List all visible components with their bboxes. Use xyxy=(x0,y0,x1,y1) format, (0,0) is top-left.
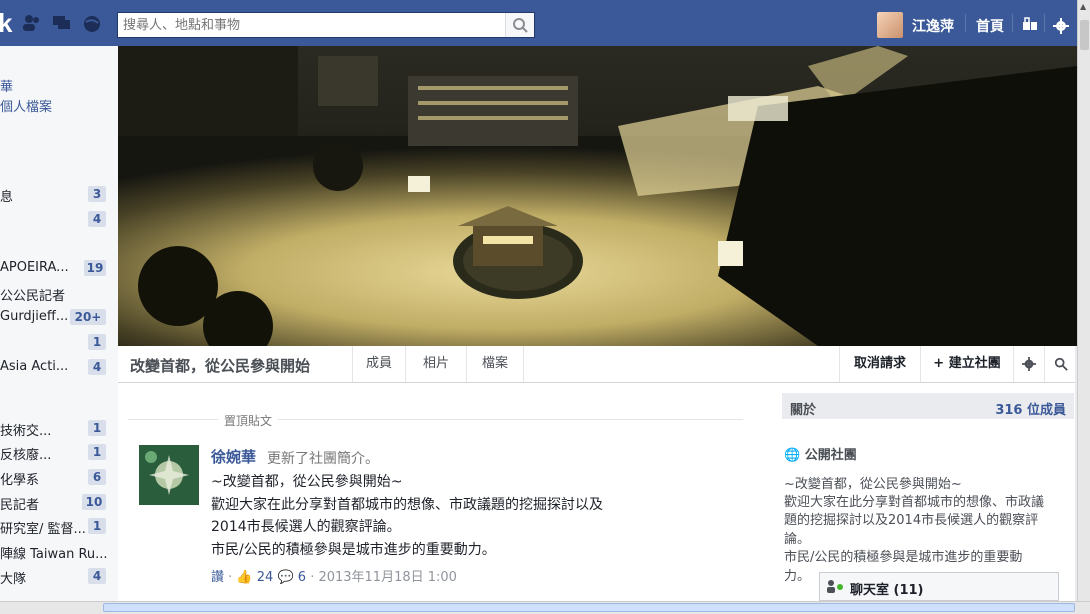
group-search-button[interactable] xyxy=(1044,346,1076,382)
chat-sidebar-button[interactable]: 聊天室 (11) xyxy=(819,572,1059,601)
group-settings-button[interactable] xyxy=(1013,346,1044,382)
sidebar-item-messages[interactable]: 息 xyxy=(0,186,13,205)
cover-photo-image xyxy=(118,46,1077,346)
sidebar-item-group[interactable]: 化學系 xyxy=(0,469,39,488)
search-icon xyxy=(1054,357,1068,371)
sidebar-item-group[interactable]: APOEIRA... xyxy=(0,260,69,275)
sidebar-item-group[interactable]: 技術交... xyxy=(0,420,51,439)
post-author-avatar[interactable] xyxy=(139,445,199,505)
count-badge: 1 xyxy=(88,444,106,460)
topbar-divider xyxy=(965,14,966,32)
about-desc-line: 論。 xyxy=(784,532,811,547)
tab-photos[interactable]: 相片 xyxy=(405,346,466,382)
pinned-post-label: 置頂貼文 xyxy=(218,412,279,429)
count-badge: 20+ xyxy=(70,309,106,325)
post-body-line: 2014市長候選人的觀察評論。 xyxy=(211,519,401,535)
comment-icon: 💬 xyxy=(277,570,294,585)
left-sidebar: 華 個人檔案 息 3 4 APOEIRA... 19 公公民記者 Gurdjie… xyxy=(0,46,118,601)
sidebar-item-group[interactable]: 研究室/ 監督... xyxy=(0,518,86,537)
vertical-scrollbar[interactable]: ▲ xyxy=(1077,0,1090,613)
sidebar-item-group[interactable]: Gurdjieff... xyxy=(0,309,68,324)
topbar-divider xyxy=(1012,14,1013,32)
count-badge: 19 xyxy=(84,260,106,276)
count-badge: 1 xyxy=(88,334,106,350)
user-avatar[interactable] xyxy=(877,12,903,38)
about-header: 關於 316 位成員 xyxy=(782,393,1074,419)
group-privacy: 🌐 公開社團 xyxy=(784,444,857,463)
about-desc-line: 市民/公民的積極參與是城市進步的重要動 xyxy=(784,550,1023,565)
sidebar-item-name[interactable]: 華 xyxy=(0,76,13,95)
search-box xyxy=(117,12,535,38)
post-body-line: 歡迎大家在此分享對首都城市的想像、市政議題的挖掘探討以及 xyxy=(211,497,603,513)
sidebar-item-group[interactable]: 民記者 xyxy=(0,494,39,513)
tab-members[interactable]: 成員 xyxy=(352,346,405,382)
sidebar-item-group[interactable]: 大隊 xyxy=(0,568,26,587)
count-badge: 4 xyxy=(88,211,106,227)
create-group-label: 建立社團 xyxy=(948,356,1001,371)
notifications-globe-icon[interactable] xyxy=(82,14,102,32)
about-desc-line: 力。 xyxy=(784,569,811,584)
post-author-name[interactable]: 徐婉華 xyxy=(211,446,256,467)
count-badge: 1 xyxy=(88,420,106,436)
sidebar-item-profile[interactable]: 個人檔案 xyxy=(0,96,52,115)
like-count[interactable]: 24 xyxy=(257,570,274,585)
count-badge: 1 xyxy=(88,518,106,534)
group-nav-bar: 改變首都，從公民參與開始 成員 相片 檔案 取消請求 + 建立社團 xyxy=(118,346,1075,383)
post-meta: 讚 · 👍 24 💬 6 · 2013年11月18日 1:00 xyxy=(211,570,457,585)
sidebar-item-group[interactable]: 公公民記者 xyxy=(0,285,65,304)
messages-icon[interactable] xyxy=(52,14,72,32)
scroll-up-arrow-icon[interactable]: ▲ xyxy=(1080,2,1086,11)
count-badge: 4 xyxy=(88,359,106,375)
search-icon xyxy=(513,18,528,33)
gear-icon xyxy=(1022,357,1036,371)
horizontal-scrollbar[interactable] xyxy=(0,601,1090,614)
member-count-link[interactable]: 316 位成員 xyxy=(995,399,1066,418)
user-name-link[interactable]: 江逸萍 xyxy=(912,16,954,36)
about-title: 關於 xyxy=(790,403,817,418)
post-body-line: ~改變首都，從公民參與開始~ xyxy=(211,474,403,490)
about-desc-line: 歡迎大家在此分享對首都城市的想像、市政議 xyxy=(784,495,1045,510)
top-bar: k 江逸萍 首頁 xyxy=(0,0,1077,47)
like-link[interactable]: 讚 xyxy=(211,570,224,585)
thumbs-up-icon: 👍 xyxy=(236,570,253,585)
sidebar-item-group[interactable]: 反核廢... xyxy=(0,444,51,463)
count-badge: 4 xyxy=(88,568,106,584)
cancel-request-button[interactable]: 取消請求 xyxy=(839,346,920,382)
facebook-logo[interactable]: k xyxy=(0,8,12,39)
scrollbar-thumb[interactable] xyxy=(1080,20,1089,50)
tab-files[interactable]: 檔案 xyxy=(466,346,524,382)
create-group-button[interactable]: + 建立社團 xyxy=(920,346,1013,382)
privacy-shortcuts-icon[interactable] xyxy=(1022,17,1042,35)
friend-requests-icon[interactable] xyxy=(22,14,42,32)
group-cover-photo[interactable] xyxy=(118,46,1077,346)
about-desc-line: 題的挖掘探討以及2014市長候選人的觀察評 xyxy=(784,513,1039,528)
search-button[interactable] xyxy=(505,13,534,37)
plus-icon: + xyxy=(933,356,945,371)
group-name-title[interactable]: 改變首都，從公民參與開始 xyxy=(130,355,310,376)
sidebar-item-group[interactable]: 陣線 Taiwan Ru... xyxy=(0,543,108,562)
post-timestamp[interactable]: 2013年11月18日 1:00 xyxy=(318,570,457,585)
home-link[interactable]: 首頁 xyxy=(976,16,1004,36)
post-body-line: 市民/公民的積極參與是城市進步的重要動力。 xyxy=(211,542,496,558)
count-badge: 3 xyxy=(88,186,106,202)
chat-presence-icon xyxy=(826,579,846,597)
post-action-text: 更新了社團簡介。 xyxy=(267,451,379,467)
topbar-divider xyxy=(1044,14,1045,32)
count-badge: 10 xyxy=(82,494,106,510)
scrollbar-thumb[interactable] xyxy=(103,603,1075,612)
chat-label: 聊天室 (11) xyxy=(850,583,924,598)
globe-icon: 🌐 xyxy=(784,448,801,463)
group-type-label: 公開社團 xyxy=(804,448,857,463)
count-badge: 6 xyxy=(88,469,106,485)
about-desc-line: ~改變首都，從公民參與開始~ xyxy=(784,477,962,492)
sidebar-item-group[interactable]: Asia Acti... xyxy=(0,359,68,374)
comment-count[interactable]: 6 xyxy=(298,570,306,585)
settings-gear-icon[interactable] xyxy=(1053,18,1073,36)
group-main-content: 置頂貼文 徐婉華 更新了社團簡介。 ~改變首都，從公民參與開始~ 歡迎大家在此分… xyxy=(118,383,1075,601)
search-input[interactable] xyxy=(123,16,503,34)
